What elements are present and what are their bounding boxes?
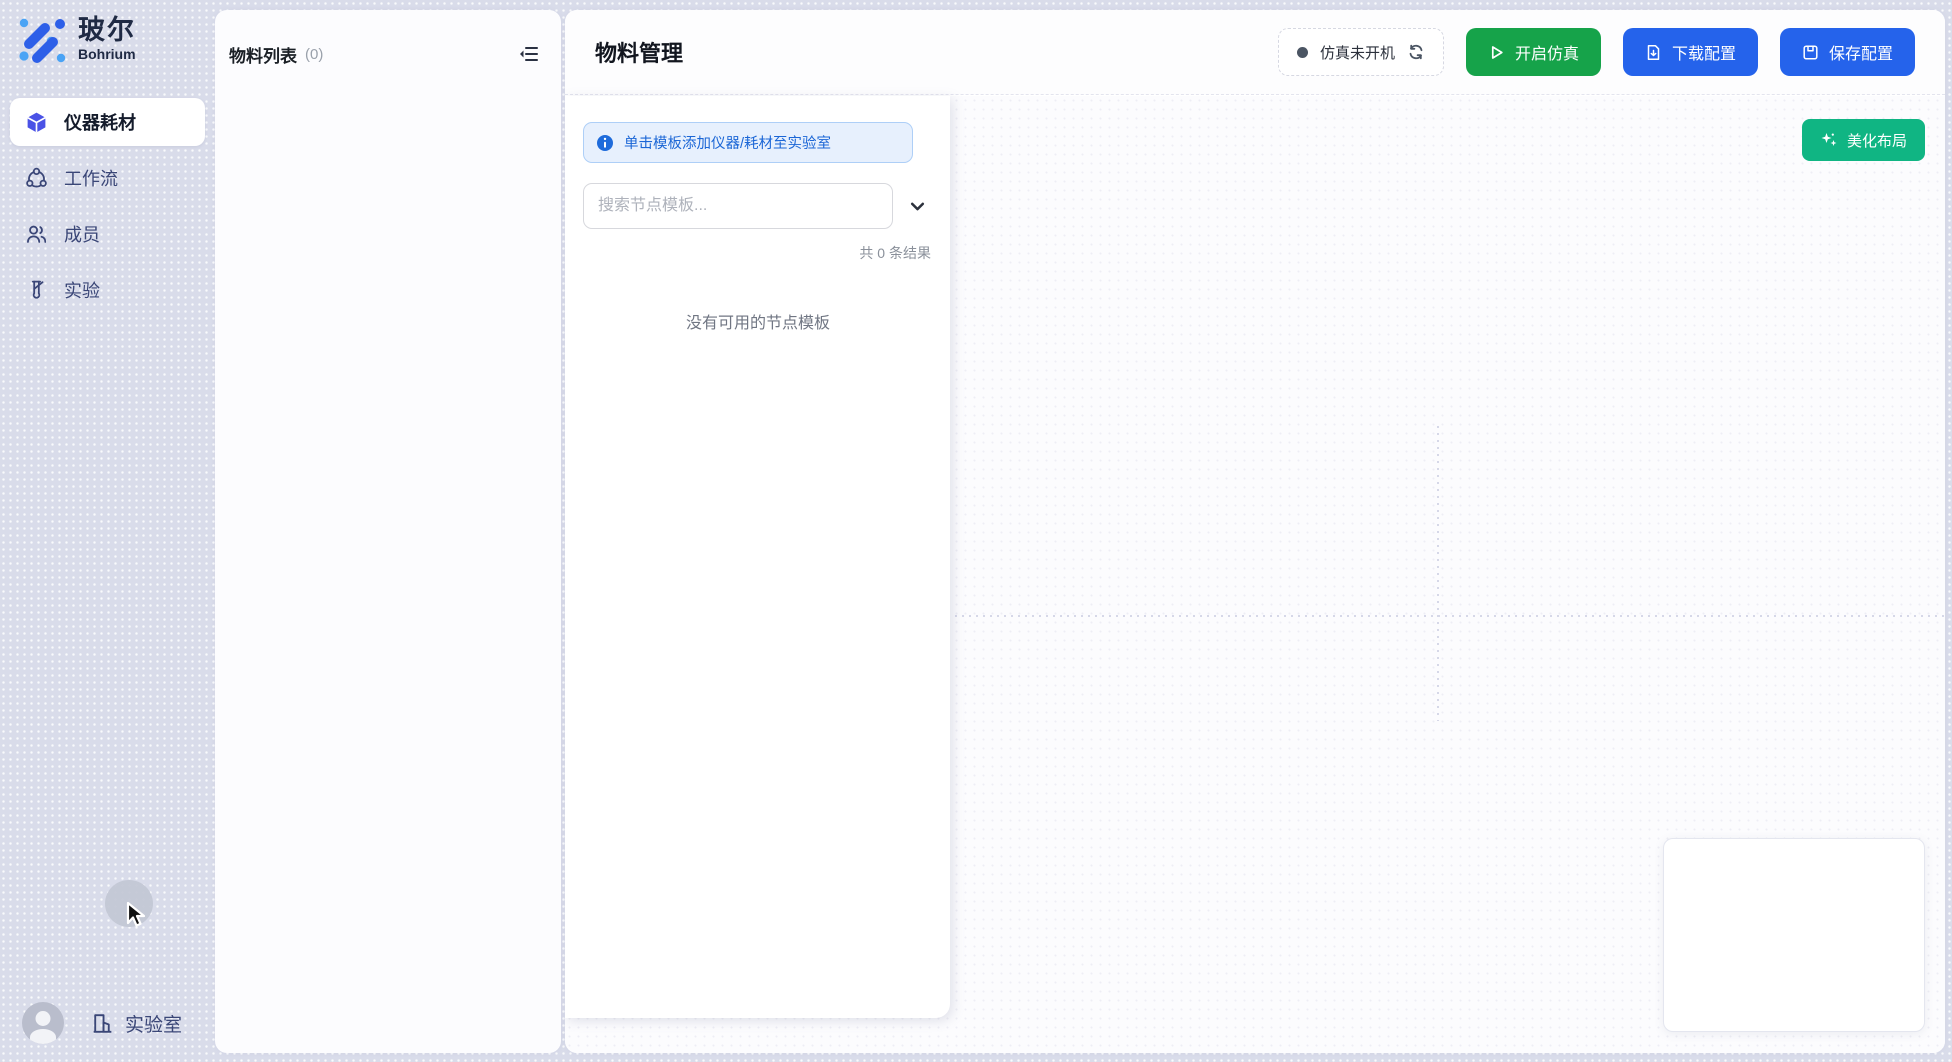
info-icon — [596, 134, 614, 152]
main-panel: 物料管理 仿真未开机 — [565, 10, 1945, 1053]
brand-name-cn: 玻尔 — [78, 16, 136, 44]
lab-entry-label: 实验室 — [125, 1010, 182, 1037]
save-config-label: 保存配置 — [1829, 40, 1893, 64]
brand-name-en: Bohrium — [78, 47, 136, 62]
file-download-icon — [1645, 44, 1662, 61]
play-icon — [1488, 44, 1505, 61]
status-label: 仿真未开机 — [1320, 42, 1395, 63]
brand-logo: 玻尔 Bohrium — [10, 14, 205, 64]
template-empty-text: 没有可用的节点模板 — [583, 309, 933, 333]
sidebar-item-members[interactable]: 成员 — [10, 210, 205, 258]
save-config-button[interactable]: 保存配置 — [1780, 28, 1915, 76]
materials-list-header: 物料列表 (0) — [215, 10, 561, 68]
simulation-status-pill[interactable]: 仿真未开机 — [1278, 28, 1444, 76]
status-dot — [1297, 47, 1308, 58]
app-root: 玻尔 Bohrium 仪器耗材 — [0, 0, 1952, 1062]
template-info-text: 单击模板添加仪器/耗材至实验室 — [624, 132, 831, 153]
building-icon — [90, 1011, 115, 1036]
chevron-down-icon[interactable] — [901, 190, 933, 222]
sidebar-nav: 仪器耗材 工作流 — [10, 98, 205, 314]
start-simulation-label: 开启仿真 — [1515, 40, 1579, 64]
download-config-button[interactable]: 下载配置 — [1623, 28, 1758, 76]
sidebar-item-workflow[interactable]: 工作流 — [10, 154, 205, 202]
lab-entry[interactable]: 实验室 — [90, 1010, 182, 1037]
template-results-count: 共 0 条结果 — [583, 243, 933, 263]
header-actions: 仿真未开机 — [1278, 28, 1915, 76]
minimap-panel[interactable] — [1663, 838, 1925, 1032]
sidebar-item-instruments[interactable]: 仪器耗材 — [10, 98, 205, 146]
canvas-gridline-horizontal — [955, 615, 1945, 617]
sidebar-item-experiments[interactable]: 实验 — [10, 266, 205, 314]
members-icon — [24, 222, 48, 246]
download-config-label: 下载配置 — [1672, 40, 1736, 64]
sparkles-icon — [1820, 131, 1838, 149]
sidebar-item-label: 实验 — [64, 277, 100, 303]
save-icon — [1802, 44, 1819, 61]
user-avatar[interactable] — [22, 1002, 64, 1044]
beautify-layout-label: 美化布局 — [1847, 130, 1907, 151]
workflow-icon — [24, 166, 48, 190]
cube-icon — [24, 110, 48, 134]
sidebar: 玻尔 Bohrium 仪器耗材 — [0, 0, 215, 1062]
sidebar-item-label: 成员 — [64, 221, 100, 247]
collapse-panel-icon[interactable] — [515, 40, 543, 68]
start-simulation-button[interactable]: 开启仿真 — [1466, 28, 1601, 76]
materials-list-panel: 物料列表 (0) — [215, 10, 561, 1053]
sidebar-item-label: 工作流 — [64, 165, 118, 191]
bohrium-logo-icon — [16, 14, 66, 64]
template-search-row — [583, 183, 933, 229]
canvas-gridline-vertical — [1437, 426, 1439, 721]
materials-list-title: 物料列表 — [229, 42, 297, 67]
refresh-icon[interactable] — [1407, 43, 1425, 61]
sidebar-item-label: 仪器耗材 — [64, 109, 136, 135]
template-info-banner: 单击模板添加仪器/耗材至实验室 — [583, 122, 913, 163]
template-search-input[interactable] — [583, 183, 893, 229]
sidebar-footer: 实验室 — [0, 992, 215, 1054]
materials-list-count: (0) — [305, 46, 323, 63]
main-header: 物料管理 仿真未开机 — [565, 10, 1945, 95]
node-template-panel: 单击模板添加仪器/耗材至实验室 共 0 条结果 没有可用的节点模板 — [565, 96, 950, 1018]
experiment-icon — [24, 278, 48, 302]
flow-canvas[interactable]: 单击模板添加仪器/耗材至实验室 共 0 条结果 没有可用的节点模板 — [565, 96, 1945, 1053]
beautify-layout-button[interactable]: 美化布局 — [1802, 119, 1925, 161]
page-title: 物料管理 — [595, 36, 683, 68]
